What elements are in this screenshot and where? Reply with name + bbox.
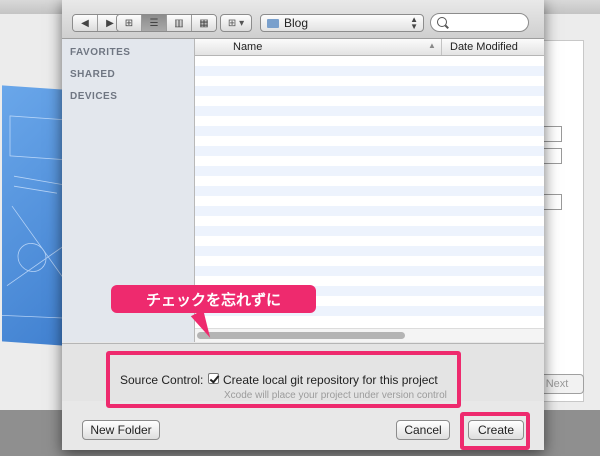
new-folder-button[interactable]: New Folder bbox=[82, 420, 160, 440]
coverflow-view-button[interactable]: ▦ bbox=[192, 15, 216, 31]
list-icon: ☰ bbox=[149, 17, 159, 29]
column-header-name[interactable]: Name bbox=[233, 41, 262, 53]
sidebar-section-shared: SHARED bbox=[70, 69, 116, 80]
search-icon bbox=[437, 17, 447, 27]
sidebar-section-devices: DEVICES bbox=[70, 91, 118, 102]
columns-icon: ▥ bbox=[174, 17, 184, 29]
location-label: Blog bbox=[284, 16, 309, 30]
scrollbar-thumb[interactable] bbox=[197, 332, 405, 339]
column-header-date-modified[interactable]: Date Modified bbox=[450, 41, 518, 53]
sidebar-section-favorites: FAVORITES bbox=[70, 47, 131, 58]
chevron-left-icon: ◀ bbox=[81, 17, 89, 29]
icon-view-button[interactable]: ⊞ bbox=[117, 15, 142, 31]
sheet-toolbar: ◀ ▶ ⊞ ☰ ▥ ▦ ⊞ ▾ Blog ▲ ▼ bbox=[62, 0, 544, 39]
list-view-button[interactable]: ☰ bbox=[142, 15, 167, 31]
arrange-button[interactable]: ⊞ ▾ bbox=[220, 14, 252, 32]
location-popup[interactable]: Blog ▲ ▼ bbox=[260, 14, 424, 32]
view-mode-control: ⊞ ☰ ▥ ▦ bbox=[116, 14, 217, 32]
highlight-box-source-control bbox=[106, 351, 461, 408]
chevron-right-icon: ▶ bbox=[106, 17, 114, 29]
popup-arrows-icon: ▲ ▼ bbox=[410, 15, 418, 31]
search-field[interactable] bbox=[430, 13, 529, 32]
grid-icon: ⊞ bbox=[124, 17, 134, 29]
sort-ascending-icon: ▲ bbox=[428, 41, 436, 50]
arrange-grid-icon: ⊞ ▾ bbox=[227, 17, 245, 29]
column-view-button[interactable]: ▥ bbox=[167, 15, 192, 31]
column-divider[interactable] bbox=[441, 39, 442, 55]
horizontal-scrollbar[interactable] bbox=[195, 328, 544, 342]
annotation-callout: チェックを忘れずに bbox=[111, 285, 316, 313]
cancel-button[interactable]: Cancel bbox=[396, 420, 450, 440]
file-list-header: Name ▲ Date Modified bbox=[195, 39, 544, 56]
folder-icon bbox=[267, 18, 279, 28]
highlight-box-create bbox=[460, 412, 530, 450]
back-button[interactable]: ◀ bbox=[73, 15, 98, 31]
coverflow-icon: ▦ bbox=[199, 17, 209, 29]
